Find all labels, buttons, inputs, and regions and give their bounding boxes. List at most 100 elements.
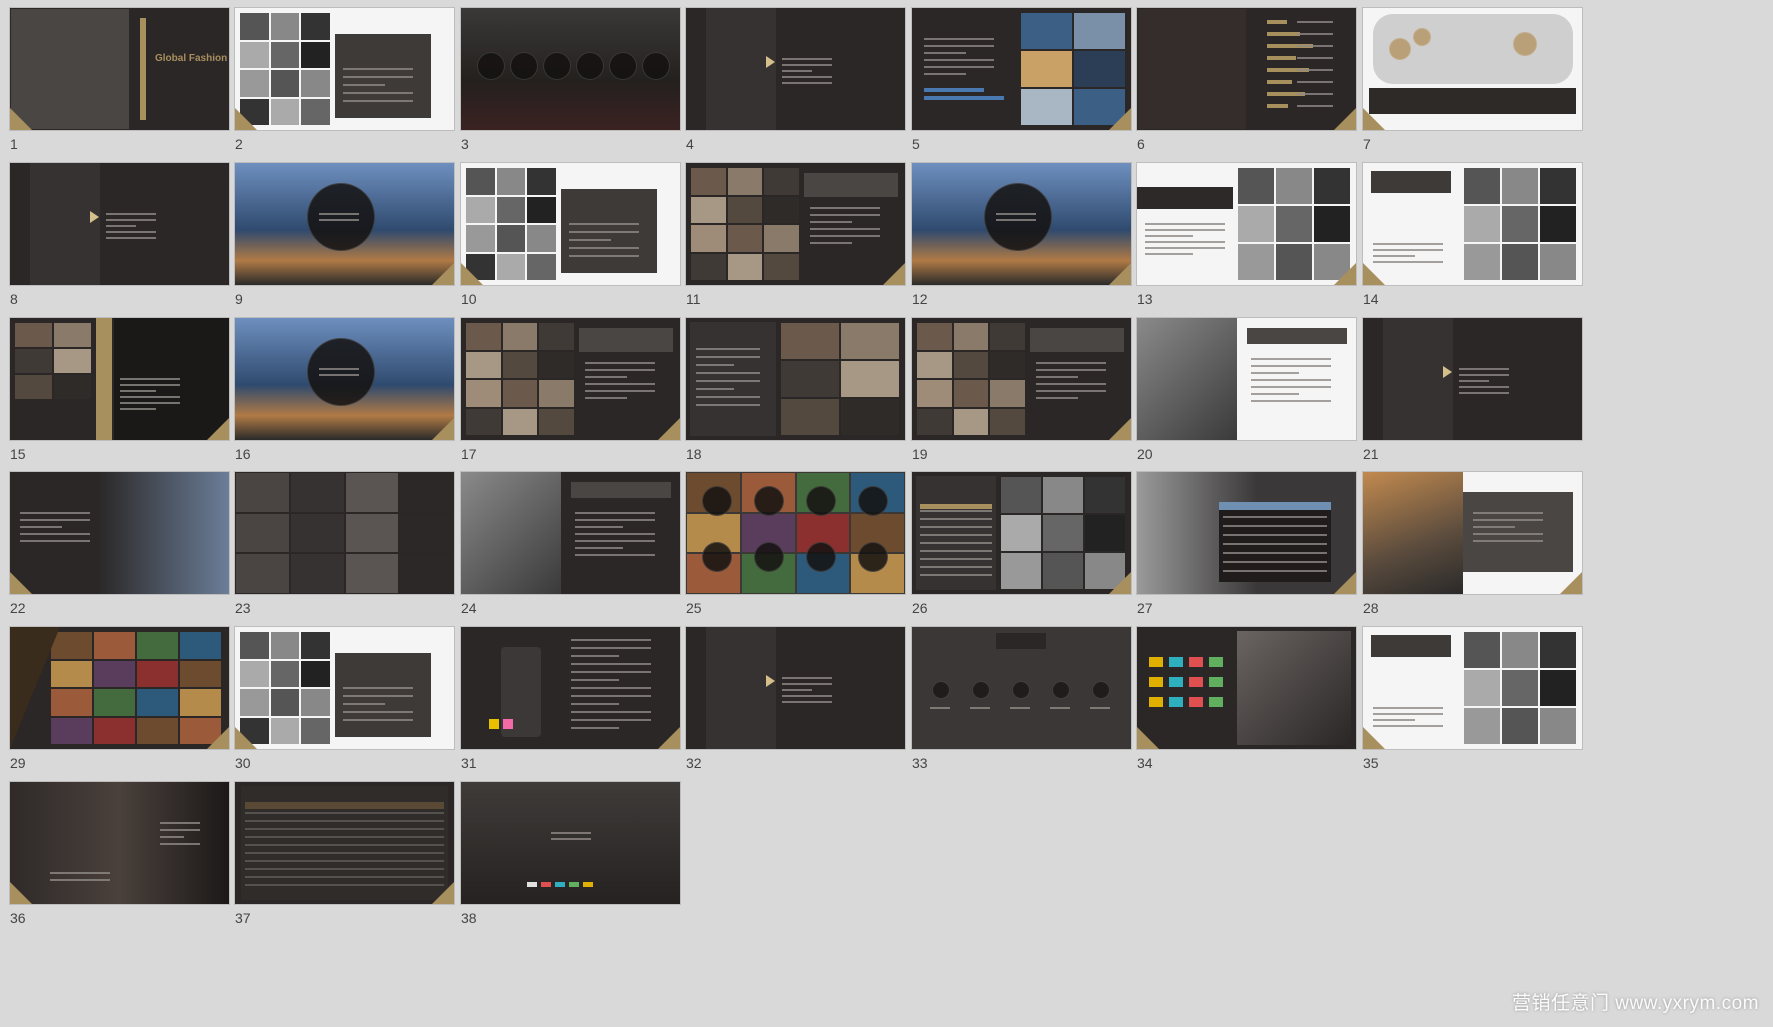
slide-thumbnail-item[interactable]: 16	[235, 318, 454, 478]
slide-thumbnail[interactable]	[235, 627, 454, 749]
slide-thumbnail[interactable]	[461, 782, 680, 904]
text-line	[696, 348, 760, 350]
slide-thumbnail-item[interactable]: 23	[235, 472, 454, 632]
slide-thumbnail[interactable]	[235, 8, 454, 130]
slide-thumbnail-item[interactable]: 32	[686, 627, 905, 787]
slide-thumbnail-item[interactable]: 30	[235, 627, 454, 787]
photo-thumbnail	[1276, 244, 1312, 280]
slide-thumbnail[interactable]	[1363, 472, 1582, 594]
slide-thumbnail[interactable]	[461, 318, 680, 440]
slide-thumbnail[interactable]	[235, 472, 454, 594]
slide-thumbnail[interactable]	[235, 163, 454, 285]
text-line	[571, 679, 619, 681]
photo-thumbnail	[953, 351, 989, 378]
slide-thumbnail[interactable]	[1363, 627, 1582, 749]
slide-thumbnail-item[interactable]: 6	[1137, 8, 1356, 168]
slide-thumbnail-item[interactable]: 36	[10, 782, 229, 942]
slide-thumbnail[interactable]	[686, 163, 905, 285]
text-line	[782, 695, 832, 697]
slide-thumbnail[interactable]	[686, 627, 905, 749]
corner-accent	[1109, 418, 1131, 440]
text-line	[319, 374, 359, 376]
slide-thumbnail-item[interactable]: 12	[912, 163, 1131, 323]
slide-thumbnail[interactable]	[1137, 472, 1356, 594]
slide-thumbnail-item[interactable]: 21	[1363, 318, 1582, 478]
slide-thumbnail-item[interactable]: 34	[1137, 627, 1356, 787]
slide-thumbnail[interactable]	[10, 163, 229, 285]
social-icon	[932, 681, 950, 699]
slide-thumbnail[interactable]	[10, 782, 229, 904]
slide-thumbnail[interactable]	[10, 318, 229, 440]
photo-thumbnail	[54, 375, 91, 399]
slide-thumbnail[interactable]	[912, 627, 1131, 749]
slide-thumbnail-item[interactable]: 13	[1137, 163, 1356, 323]
slide-thumbnail[interactable]: Global Fashion Trip	[10, 8, 229, 130]
slide-thumbnail[interactable]	[1363, 318, 1582, 440]
slide-thumbnail[interactable]	[686, 472, 905, 594]
slide-thumbnail[interactable]	[1363, 8, 1582, 130]
slide-thumbnail-item[interactable]: 8	[10, 163, 229, 323]
slide-thumbnail-item[interactable]: 4	[686, 8, 905, 168]
slide-thumbnail[interactable]	[912, 472, 1131, 594]
slide-thumbnail-item[interactable]: 17	[461, 318, 680, 478]
slide-number: 12	[912, 291, 928, 307]
slide-thumbnail-item[interactable]: 18	[686, 318, 905, 478]
slide-thumbnail-item[interactable]: 33	[912, 627, 1131, 787]
slide-thumbnail[interactable]	[461, 627, 680, 749]
slide-thumbnail[interactable]	[1137, 318, 1356, 440]
slide-thumbnail-item[interactable]: 35	[1363, 627, 1582, 787]
slide-thumbnail[interactable]	[1137, 163, 1356, 285]
slide-thumbnail-item[interactable]: 24	[461, 472, 680, 632]
slide-thumbnail-item[interactable]: 2	[235, 8, 454, 168]
slide-thumbnail[interactable]	[461, 472, 680, 594]
text-line	[343, 695, 413, 697]
slide-thumbnail-item[interactable]: 9	[235, 163, 454, 323]
slide-thumbnail-item[interactable]: 28	[1363, 472, 1582, 632]
slide-number: 4	[686, 136, 694, 152]
slide-thumbnail[interactable]	[1137, 627, 1356, 749]
slide-thumbnail-item[interactable]: 22	[10, 472, 229, 632]
slide-thumbnail[interactable]	[912, 163, 1131, 285]
slide-thumbnail-item[interactable]: 3	[461, 8, 680, 168]
slide-thumbnail-item[interactable]: Global Fashion Trip 1	[10, 8, 229, 168]
slide-thumbnail[interactable]	[461, 8, 680, 130]
text-line	[1145, 247, 1225, 249]
slide-thumbnail[interactable]	[912, 8, 1131, 130]
slide-thumbnail-item[interactable]: 29	[10, 627, 229, 787]
slide-thumbnail-item[interactable]: 26	[912, 472, 1131, 632]
slide-thumbnail[interactable]	[1363, 163, 1582, 285]
slide-thumbnail[interactable]	[235, 782, 454, 904]
slide-thumbnail[interactable]	[235, 318, 454, 440]
slide-thumbnail-item[interactable]: 7	[1363, 8, 1582, 168]
slide-thumbnail[interactable]	[10, 627, 229, 749]
slide-thumbnail[interactable]	[912, 318, 1131, 440]
slide-thumbnail[interactable]	[1137, 8, 1356, 130]
photo-thumbnail	[1502, 670, 1538, 706]
social-icon	[1052, 681, 1070, 699]
slide-thumbnail-item[interactable]: 20	[1137, 318, 1356, 478]
slide-thumbnail-item[interactable]: 14	[1363, 163, 1582, 323]
watermark: 营销任意门 www.yxrym.com	[1511, 993, 1759, 1014]
text-line	[924, 52, 966, 54]
text-line	[1297, 45, 1333, 47]
slide-thumbnail-item[interactable]: 31	[461, 627, 680, 787]
slide-number: 8	[10, 291, 18, 307]
slide-thumbnail[interactable]	[686, 318, 905, 440]
slide-thumbnail[interactable]	[686, 8, 905, 130]
slide-thumbnail-item[interactable]: 11	[686, 163, 905, 323]
slide-thumbnail[interactable]	[461, 163, 680, 285]
slide-thumbnail-item[interactable]: 19	[912, 318, 1131, 478]
slide-thumbnail-item[interactable]: 10	[461, 163, 680, 323]
slide-thumbnail-item[interactable]: 27	[1137, 472, 1356, 632]
slide-thumbnail-item[interactable]: 37	[235, 782, 454, 942]
text-line	[575, 540, 655, 542]
slide-thumbnail-item[interactable]: 5	[912, 8, 1131, 168]
slide-number: 27	[1137, 600, 1153, 616]
slide-thumbnail[interactable]	[10, 472, 229, 594]
text-line	[319, 219, 359, 221]
slide-thumbnail-item[interactable]: 15	[10, 318, 229, 478]
slide-thumbnail-item[interactable]: 25	[686, 472, 905, 632]
slide-thumbnail-item[interactable]: 38	[461, 782, 680, 942]
text-line	[782, 677, 832, 679]
text-line	[1473, 540, 1543, 542]
